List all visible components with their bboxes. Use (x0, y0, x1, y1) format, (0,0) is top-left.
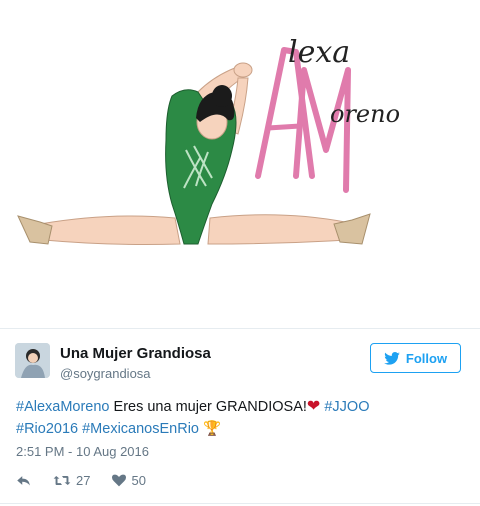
tweet-actions: 27 50 (16, 472, 168, 488)
logo-last-name: oreno (330, 100, 400, 128)
retweet-count: 27 (76, 472, 91, 488)
reply-icon (17, 475, 30, 485)
avatar[interactable] (15, 343, 50, 378)
like-count: 50 (131, 472, 146, 488)
hashtag-link[interactable]: #MexicanosEnRio (82, 421, 199, 437)
hashtag-link[interactable]: #AlexaMoreno (16, 399, 110, 415)
hashtag-link[interactable]: #Rio2016 (16, 421, 78, 437)
tweet-media-image[interactable]: lexa oreno (0, 0, 480, 328)
heart-icon (112, 474, 127, 486)
gymnast-illustration: lexa oreno (17, 35, 400, 245)
follow-button[interactable]: Follow (370, 343, 461, 373)
like-button[interactable]: 50 (112, 472, 146, 488)
media-divider (0, 328, 480, 329)
tweet-body-text: Eres una mujer GRANDIOSA! (109, 399, 307, 415)
user-handle[interactable]: @soygrandiosa (60, 366, 151, 381)
tweet-text: #AlexaMoreno Eres una mujer GRANDIOSA!❤ … (16, 396, 466, 440)
retweet-button[interactable]: 27 (53, 473, 90, 488)
display-name[interactable]: Una Mujer Grandiosa (60, 345, 211, 362)
bottom-divider (0, 503, 480, 504)
reply-button[interactable] (16, 474, 31, 487)
follow-label: Follow (405, 350, 448, 366)
logo-first-name: lexa (288, 35, 350, 70)
trophy-emoji: 🏆 (203, 421, 222, 437)
hashtag-link[interactable]: #JJOO (324, 399, 369, 415)
retweet-icon (53, 475, 71, 485)
heart-emoji: ❤ (306, 398, 321, 415)
twitter-bird-icon (384, 351, 400, 365)
tweet-timestamp[interactable]: 2:51 PM - 10 Aug 2016 (16, 444, 149, 459)
